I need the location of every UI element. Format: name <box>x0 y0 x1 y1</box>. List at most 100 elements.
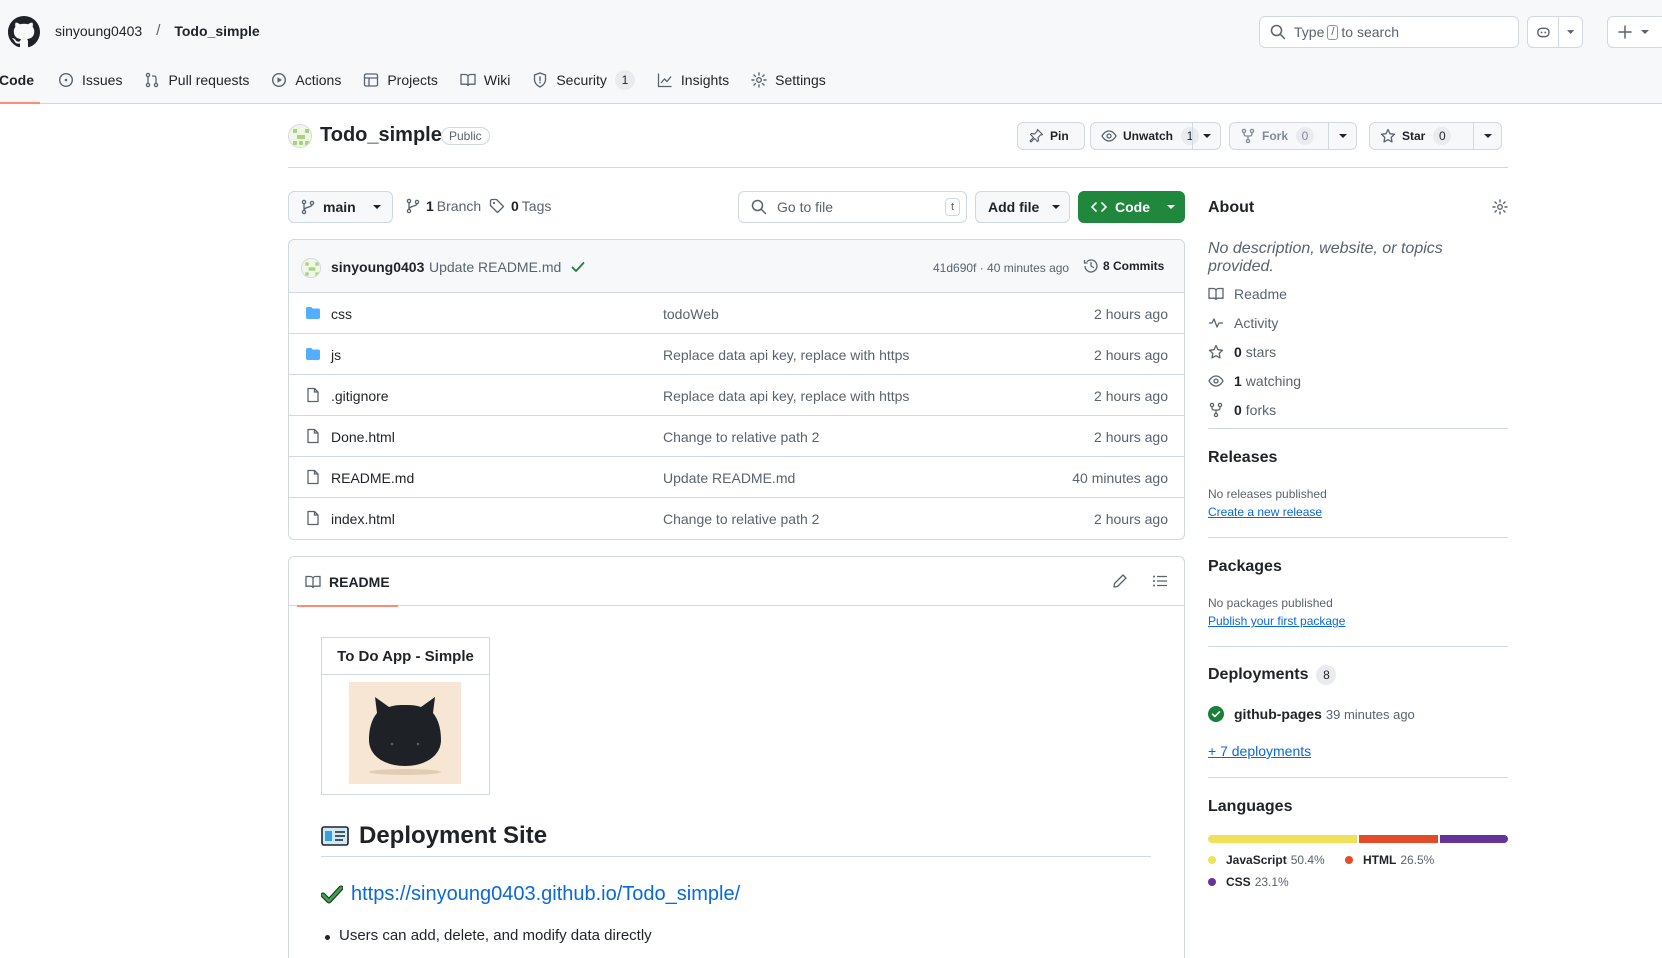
chevron-down-icon <box>1641 30 1649 34</box>
readme-link[interactable]: Readme <box>1208 279 1508 308</box>
repo-name[interactable]: Todo_simple <box>320 124 442 147</box>
packages-title[interactable]: Packages <box>1208 558 1282 576</box>
owner-link[interactable]: sinyoung0403 <box>55 23 142 39</box>
watching-link[interactable]: 1 watching <box>1208 366 1508 395</box>
table-row[interactable]: js Replace data api key, replace with htt… <box>289 334 1184 375</box>
commits-link[interactable]: 8 Commits <box>1083 258 1164 274</box>
fork-dropdown[interactable] <box>1328 123 1356 149</box>
forks-label: forks <box>1245 401 1277 418</box>
repo-link[interactable]: Todo_simple <box>174 23 259 39</box>
pull-request-icon <box>146 72 159 88</box>
tab-insights[interactable]: Insights <box>657 68 729 92</box>
file-commit-message[interactable]: Replace data api key, replace with https <box>663 388 909 404</box>
code-button[interactable]: Code <box>1078 191 1185 223</box>
deployment-item[interactable]: github-pages 39 minutes ago <box>1208 706 1415 722</box>
fork-button[interactable]: Fork 0 <box>1229 122 1357 150</box>
tab-readme[interactable]: README <box>297 557 398 607</box>
create-release-link[interactable]: Create a new release <box>1208 505 1322 519</box>
search-icon <box>1270 24 1286 40</box>
divider <box>1208 537 1508 538</box>
table-row[interactable]: Done.html Change to relative path 2 2 hour… <box>289 416 1184 457</box>
publish-package-link[interactable]: Publish your first package <box>1208 614 1345 628</box>
language-name: CSS <box>1226 875 1251 889</box>
star-dropdown[interactable] <box>1473 123 1501 149</box>
gear-icon[interactable] <box>1492 199 1508 215</box>
branches-link[interactable]: 1 Branch <box>406 198 481 214</box>
file-commit-message[interactable]: todoWeb <box>663 306 719 322</box>
tab-issues[interactable]: Issues <box>58 68 122 92</box>
language-bar-segment <box>1359 835 1438 843</box>
language-html[interactable]: HTML 26.5% <box>1345 853 1434 867</box>
commit-author[interactable]: sinyoung0403 <box>331 259 424 275</box>
check-icon[interactable] <box>570 259 586 275</box>
file-name[interactable]: Done.html <box>331 429 395 445</box>
folder-icon <box>306 348 320 360</box>
tab-security[interactable]: Security 1 <box>532 68 635 92</box>
list-icon[interactable] <box>1152 573 1168 589</box>
commit-sha-time[interactable]: 41d690f · 40 minutes ago <box>933 261 1069 275</box>
file-commit-message[interactable]: Change to relative path 2 <box>663 511 819 527</box>
file-commit-message[interactable]: Update README.md <box>663 470 795 486</box>
add-file-button[interactable]: Add file <box>975 191 1070 223</box>
pin-icon <box>1029 128 1044 143</box>
tab-wiki[interactable]: Wiki <box>460 68 510 92</box>
file-commit-time: 40 minutes ago <box>1072 470 1168 486</box>
code-button-label: Code <box>1115 199 1150 215</box>
tab-projects[interactable]: Projects <box>363 68 438 92</box>
pencil-icon[interactable] <box>1112 573 1128 589</box>
github-logo-icon[interactable] <box>8 16 40 48</box>
file-name[interactable]: js <box>331 347 341 363</box>
file-commit-message[interactable]: Replace data api key, replace with https <box>663 347 909 363</box>
search-shortcut: / <box>1327 24 1339 40</box>
star-button[interactable]: Star 0 <box>1369 122 1502 150</box>
commit-message[interactable]: Update README.md <box>429 259 561 275</box>
tab-issues-label: Issues <box>82 72 123 88</box>
file-name[interactable]: .gitignore <box>331 388 389 404</box>
readme-table-header: To Do App - Simple <box>322 638 489 675</box>
table-row[interactable]: index.html Change to relative path 2 2 hou… <box>289 498 1184 539</box>
table-row[interactable]: README.md Update README.md 40 minutes ago <box>289 457 1184 498</box>
language-dot <box>1345 856 1353 864</box>
unwatch-dropdown[interactable] <box>1192 123 1220 149</box>
activity-link[interactable]: Activity <box>1208 308 1508 337</box>
language-percent: 23.1% <box>1254 875 1289 889</box>
tags-link[interactable]: 0 Tags <box>489 198 551 214</box>
create-new-button[interactable] <box>1607 16 1662 48</box>
releases-title[interactable]: Releases <box>1208 449 1277 467</box>
file-icon <box>307 510 319 526</box>
deployment-link[interactable]: https://sinyoung0403.github.io/Todo_simp… <box>351 883 740 906</box>
copilot-button[interactable] <box>1527 16 1583 48</box>
divider <box>1208 646 1508 647</box>
file-name[interactable]: index.html <box>331 511 395 527</box>
table-row[interactable]: css todoWeb 2 hours ago <box>289 293 1184 334</box>
go-to-file-input[interactable]: Go to file t <box>738 191 967 223</box>
file-name[interactable]: css <box>331 306 352 322</box>
id-card-icon <box>321 826 349 846</box>
more-deployments-link[interactable]: + 7 deployments <box>1208 743 1311 759</box>
tab-actions[interactable]: Actions <box>271 68 341 92</box>
commit-author-avatar[interactable] <box>301 258 321 278</box>
code-icon <box>1091 202 1107 212</box>
stars-link[interactable]: 0 stars <box>1208 337 1508 366</box>
tab-settings[interactable]: Settings <box>751 68 826 92</box>
search-input[interactable]: Type / to search <box>1259 16 1519 48</box>
unwatch-button[interactable]: Unwatch 1 <box>1090 122 1221 150</box>
language-javascript[interactable]: JavaScript 50.4% <box>1208 853 1325 867</box>
branch-selector[interactable]: main <box>288 191 393 223</box>
language-percent: 50.4% <box>1290 853 1325 867</box>
table-row[interactable]: .gitignore Replace data api key, replace … <box>289 375 1184 416</box>
tab-pull-requests[interactable]: Pull requests <box>144 68 249 92</box>
tab-code[interactable]: Code <box>0 68 40 104</box>
star-icon <box>1208 344 1224 359</box>
search-prefix: Type <box>1294 24 1325 40</box>
forks-link[interactable]: 0 forks <box>1208 395 1508 424</box>
file-name[interactable]: README.md <box>331 470 414 486</box>
breadcrumb-separator: / <box>156 22 161 39</box>
branch-name: main <box>323 199 356 215</box>
readme-link-label: Readme <box>1234 285 1287 302</box>
pin-button[interactable]: Pin <box>1017 122 1085 150</box>
file-commit-message[interactable]: Change to relative path 2 <box>663 429 819 445</box>
repo-owner-avatar[interactable] <box>288 124 312 148</box>
language-css[interactable]: CSS 23.1% <box>1208 875 1289 889</box>
deployments-title-row[interactable]: Deployments 8 <box>1208 665 1337 685</box>
